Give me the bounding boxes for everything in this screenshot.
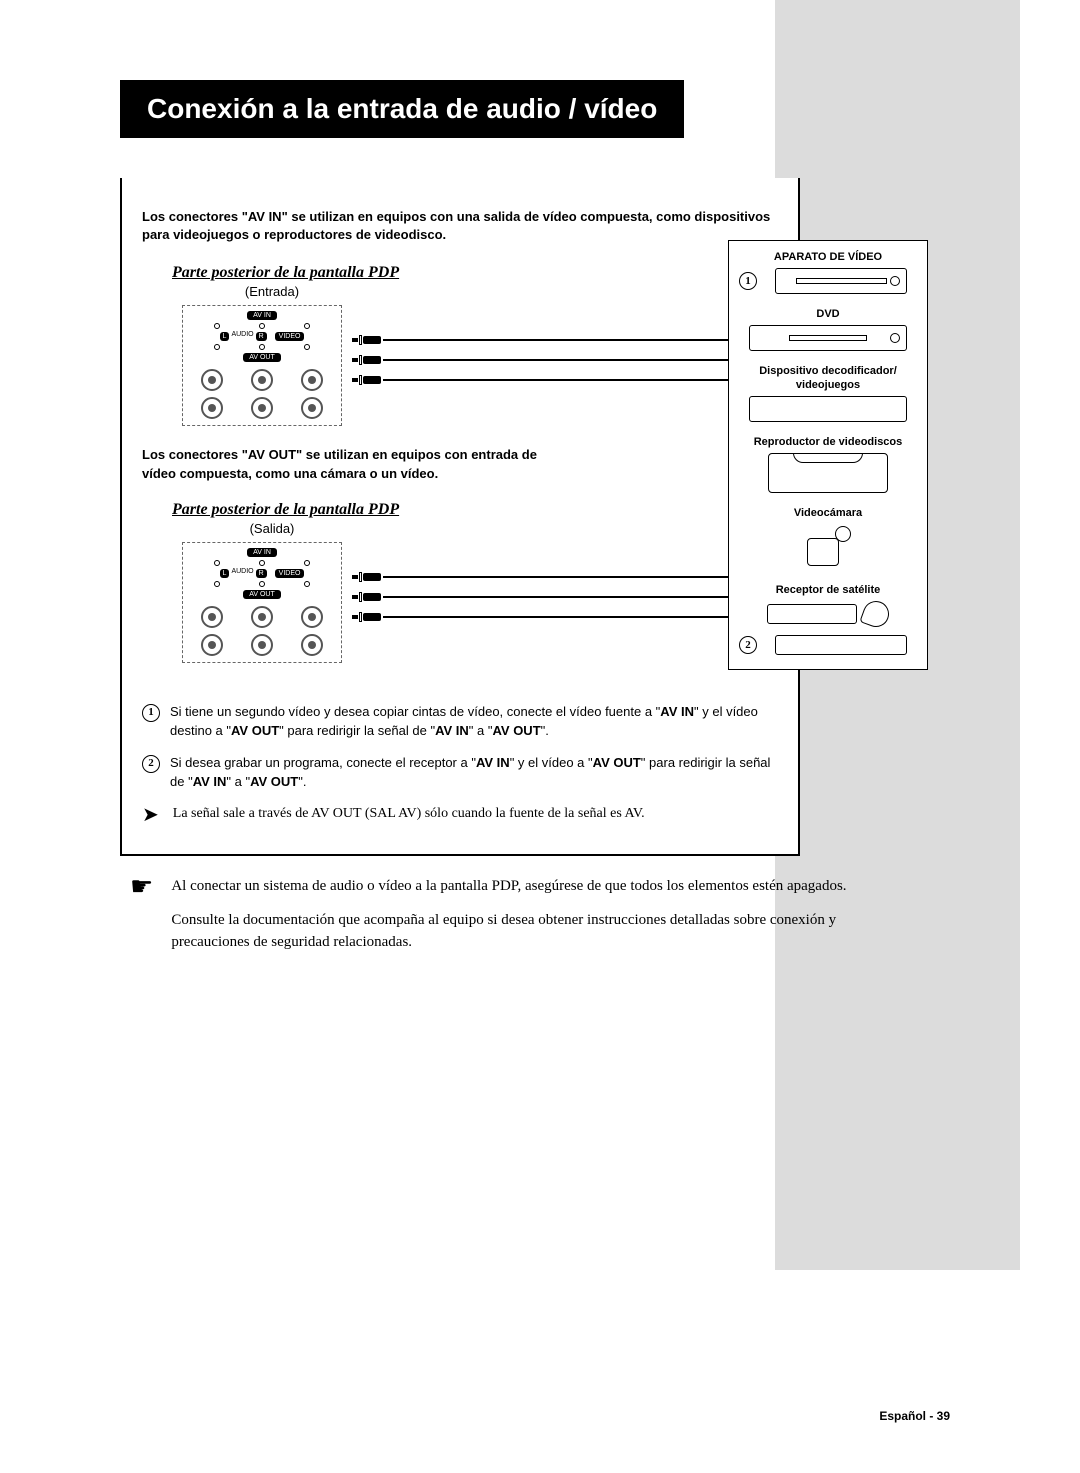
- arrow-right-icon: ➤: [142, 806, 159, 824]
- label-av-out: AV OUT: [243, 590, 281, 599]
- cable-icon: [352, 592, 768, 602]
- jack-icon: [201, 634, 223, 656]
- device-dvd: DVD: [739, 308, 917, 351]
- device-dvd-label: DVD: [739, 308, 917, 321]
- jack-icon: [251, 397, 273, 419]
- satellite-dish-icon: [859, 598, 892, 631]
- section2-heading: Parte posterior de la pantalla PDP: [172, 501, 778, 519]
- satellite-box-icon: [767, 604, 857, 624]
- device-videodisc: Reproductor de videodiscos: [739, 436, 917, 493]
- label-video: VIDEO: [275, 332, 305, 341]
- device-videodisc-label: Reproductor de videodiscos: [739, 436, 917, 449]
- decoder-icon: [749, 396, 907, 422]
- device-satellite: Receptor de satélite 2: [739, 584, 917, 655]
- note-2-text: Si desea grabar un programa, conecte el …: [170, 754, 778, 792]
- pointing-hand-icon: ☛: [130, 876, 153, 965]
- receiver-icon: [775, 635, 907, 655]
- numbered-notes: 1 Si tiene un segundo vídeo y desea copi…: [142, 703, 778, 824]
- circled-one-icon: 1: [142, 704, 160, 722]
- rear-panel-out: AV IN L AUDIO R VIDEO AV OUT: [182, 542, 342, 663]
- cable-group-out: [342, 542, 778, 622]
- diagram-av-in: AV IN L AUDIO R VIDEO AV OUT: [142, 305, 778, 426]
- footer-note-text: Al conectar un sistema de audio o vídeo …: [171, 876, 880, 965]
- diagram-av-out: AV IN L AUDIO R VIDEO AV OUT: [142, 542, 778, 663]
- jack-icon: [301, 634, 323, 656]
- main-content-frame: Los conectores "AV IN" se utilizan en eq…: [120, 178, 800, 856]
- label-audio-r: R: [256, 569, 267, 578]
- arrow-note: ➤ La señal sale a través de AV OUT (SAL …: [142, 806, 778, 824]
- footer-note-p2: Consulte la documentación que acompaña a…: [171, 910, 880, 954]
- jack-icon: [201, 606, 223, 628]
- vcr-icon: [775, 268, 907, 294]
- device-satellite-label: Receptor de satélite: [739, 584, 917, 597]
- jack-icon: [301, 606, 323, 628]
- section1-sub: (Entrada): [172, 284, 372, 299]
- label-av-out: AV OUT: [243, 353, 281, 362]
- circled-one-icon: 1: [739, 272, 757, 290]
- label-audio-r: R: [256, 332, 267, 341]
- jack-icon: [251, 369, 273, 391]
- jack-icon: [251, 634, 273, 656]
- section1-heading: Parte posterior de la pantalla PDP: [172, 264, 778, 282]
- arrow-note-text: La señal sale a través de AV OUT (SAL AV…: [173, 806, 645, 824]
- note-2: 2 Si desea grabar un programa, conecte e…: [142, 754, 778, 792]
- cable-icon: [352, 612, 768, 622]
- camcorder-icon: [803, 524, 853, 570]
- label-video: VIDEO: [275, 569, 305, 578]
- cable-group-in: [342, 305, 778, 385]
- mid-text: Los conectores "AV OUT" se utilizan en e…: [142, 446, 572, 482]
- jack-icon: [251, 606, 273, 628]
- footer-note: ☛ Al conectar un sistema de audio o víde…: [130, 876, 880, 965]
- jack-icon: [301, 397, 323, 419]
- section2-sub: (Salida): [172, 521, 372, 536]
- rear-panel-in: AV IN L AUDIO R VIDEO AV OUT: [182, 305, 342, 426]
- device-decoder: Dispositivo decodificador/ videojuegos: [739, 365, 917, 421]
- label-av-in: AV IN: [247, 311, 277, 320]
- device-camcorder: Videocámara: [739, 507, 917, 570]
- intro-text: Los conectores "AV IN" se utilizan en eq…: [142, 208, 778, 244]
- device-camcorder-label: Videocámara: [739, 507, 917, 520]
- dvd-icon: [749, 325, 907, 351]
- circled-two-icon: 2: [142, 755, 160, 773]
- label-av-in: AV IN: [247, 548, 277, 557]
- jack-icon: [201, 369, 223, 391]
- cable-icon: [352, 375, 768, 385]
- label-audio-l: L: [220, 332, 230, 341]
- label-audio: AUDIO: [231, 568, 253, 579]
- page-number: Español - 39: [879, 1409, 950, 1423]
- label-audio-l: L: [220, 569, 230, 578]
- device-vcr-label: APARATO DE VÍDEO: [739, 251, 917, 264]
- device-list-box: APARATO DE VÍDEO 1 DVD Dispositivo decod…: [728, 240, 928, 670]
- cable-icon: [352, 355, 768, 365]
- device-decoder-label: Dispositivo decodificador/ videojuegos: [739, 365, 917, 391]
- label-audio: AUDIO: [231, 331, 253, 342]
- note-1: 1 Si tiene un segundo vídeo y desea copi…: [142, 703, 778, 741]
- jack-icon: [301, 369, 323, 391]
- cable-icon: [352, 335, 768, 345]
- section-av-out: Parte posterior de la pantalla PDP (Sali…: [142, 501, 778, 663]
- section-av-in: Parte posterior de la pantalla PDP (Entr…: [142, 264, 778, 426]
- footer-note-p1: Al conectar un sistema de audio o vídeo …: [171, 876, 880, 898]
- circled-two-icon: 2: [739, 636, 757, 654]
- jack-icon: [201, 397, 223, 419]
- videodisc-icon: [768, 453, 888, 493]
- cable-icon: [352, 572, 768, 582]
- device-vcr: APARATO DE VÍDEO 1: [739, 251, 917, 294]
- page-title: Conexión a la entrada de audio / vídeo: [120, 80, 684, 138]
- note-1-text: Si tiene un segundo vídeo y desea copiar…: [170, 703, 778, 741]
